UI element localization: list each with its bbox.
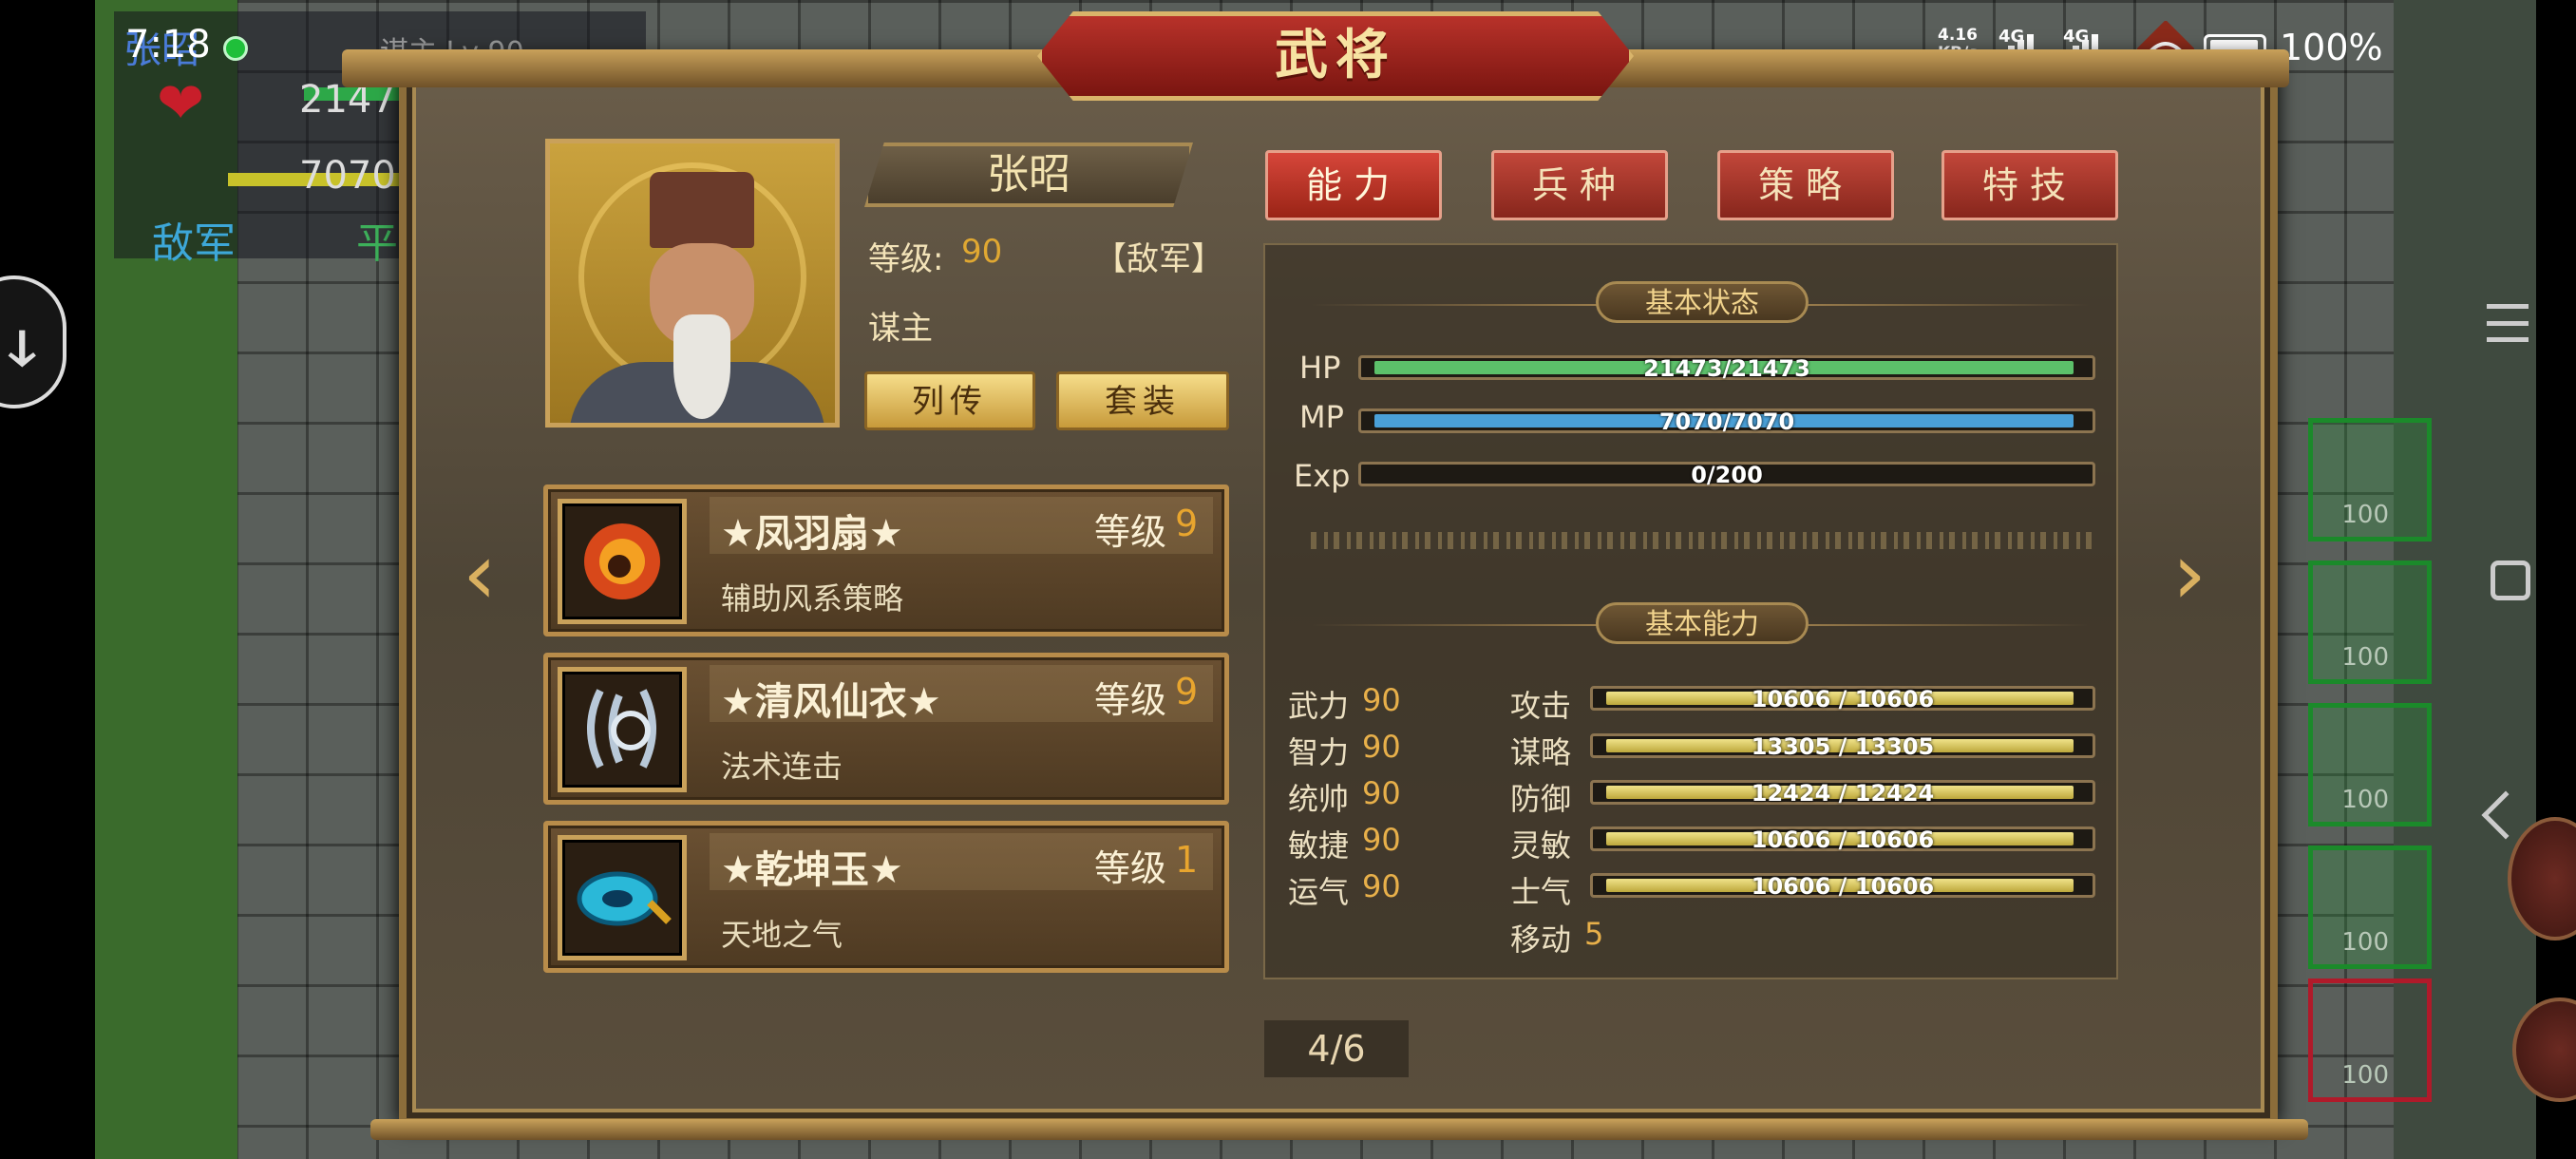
attr-label: 智力	[1288, 734, 1350, 770]
map-cell[interactable]: 100	[2308, 846, 2432, 969]
attr-value: 90	[1362, 729, 1401, 765]
combat-value: 10606 / 10606	[1751, 873, 1935, 900]
page-indicator: 4/6	[1264, 1020, 1409, 1077]
map-cell[interactable]: 100	[2308, 560, 2432, 684]
attr-value: 90	[1362, 822, 1401, 858]
equipment-desc: 法术连击	[721, 749, 843, 785]
combat-label: 攻击	[1510, 688, 1572, 724]
speed-value: 4.16	[1938, 26, 1978, 45]
general-portrait	[545, 139, 840, 428]
combat-label: 防御	[1510, 781, 1572, 817]
fire-fan-icon	[558, 499, 687, 624]
assistive-touch-button[interactable]: ↆ	[0, 276, 66, 408]
equipment-level: 9	[1175, 671, 1199, 712]
exp-value: 0/200	[1691, 462, 1763, 488]
general-name: 张昭	[987, 150, 1070, 199]
basic-status-title: 基本状态	[1596, 281, 1809, 323]
enemy-mp-value: 7070	[299, 154, 396, 198]
hp-value: 21473/21473	[1643, 355, 1810, 382]
enemy-tag: 敌军	[152, 219, 236, 268]
battery-percent: 100%	[2280, 27, 2383, 68]
dialog-bottom-border	[370, 1119, 2308, 1140]
combat-label: 谋略	[1510, 734, 1572, 770]
mp-value: 7070/7070	[1658, 408, 1795, 435]
mp-bar: 7070/7070	[1358, 408, 2095, 435]
combat-bar: 13305 / 13305	[1590, 733, 2095, 760]
basic-ability-title: 基本能力	[1596, 602, 1809, 644]
biography-button[interactable]: 列传	[864, 371, 1035, 430]
combat-value: 13305 / 13305	[1751, 733, 1935, 760]
secondary-tag: 平	[356, 219, 398, 268]
combat-bar: 10606 / 10606	[1590, 873, 2095, 900]
combat-label: 灵敏	[1510, 827, 1572, 864]
cell-value: 100	[2341, 928, 2389, 957]
cell-value: 100	[2341, 643, 2389, 672]
map-cell[interactable]: 100	[2308, 978, 2432, 1102]
map-cell[interactable]: 100	[2308, 418, 2432, 542]
portrait-beard	[673, 314, 730, 419]
attr-label: 运气	[1288, 874, 1350, 910]
status-time: 7:18	[125, 23, 211, 66]
equipment-level: 9	[1175, 503, 1199, 544]
faction-label: 【敌军】	[1094, 240, 1223, 278]
hp-bar: 21473/21473	[1358, 355, 2095, 382]
portrait-hat	[650, 172, 754, 248]
tab-strategy[interactable]: 策略	[1717, 150, 1894, 220]
equipment-name: ★清风仙衣★	[721, 680, 941, 724]
exp-bar: 0/200	[1358, 462, 2095, 488]
equipment-desc: 辅助风系策略	[721, 580, 904, 617]
cell-value: 100	[2341, 501, 2389, 529]
attr-label: 统帅	[1288, 781, 1350, 817]
attr-label: 武力	[1288, 688, 1350, 724]
map-cell[interactable]: 100	[2308, 703, 2432, 826]
level-value: 90	[961, 233, 1003, 271]
level-label: 等级:	[868, 240, 944, 278]
equipment-level-label: 等级	[1094, 679, 1167, 721]
tab-troops[interactable]: 兵种	[1491, 150, 1668, 220]
jade-icon	[558, 835, 687, 960]
equipment-card[interactable]: ★清风仙衣★ 等级 9 法术连击	[543, 653, 1229, 805]
cell-value: 100	[2341, 786, 2389, 814]
equipment-name: ★凤羽扇★	[721, 512, 903, 556]
combat-label: 士气	[1510, 874, 1572, 910]
set-button[interactable]: 套装	[1056, 371, 1229, 430]
combat-value: 10606 / 10606	[1751, 686, 1935, 712]
move-value: 5	[1584, 916, 1604, 952]
equipment-desc: 天地之气	[721, 917, 843, 953]
combat-bar: 12424 / 12424	[1590, 780, 2095, 807]
equipment-card[interactable]: ★凤羽扇★ 等级 9 辅助风系策略	[543, 484, 1229, 636]
equipment-card[interactable]: ★乾坤玉★ 等级 1 天地之气	[543, 821, 1229, 973]
wind-robe-icon	[558, 667, 687, 792]
tab-ability[interactable]: 能力	[1265, 150, 1442, 220]
combat-bar: 10606 / 10606	[1590, 826, 2095, 853]
hp-label: HP	[1299, 350, 1341, 386]
equipment-level-label: 等级	[1094, 847, 1167, 889]
recent-apps-icon[interactable]	[2491, 560, 2530, 600]
equipment-level: 1	[1175, 839, 1199, 881]
notification-dot-icon	[223, 36, 248, 61]
assist-icon: ↆ	[9, 317, 36, 377]
mp-label: MP	[1299, 399, 1344, 435]
combat-bar: 10606 / 10606	[1590, 686, 2095, 712]
dialog-title: 武将	[1275, 25, 1396, 86]
move-label: 移动	[1510, 922, 1572, 958]
attr-label: 敏捷	[1288, 827, 1350, 864]
attr-value: 90	[1362, 868, 1401, 904]
combat-value: 10606 / 10606	[1751, 826, 1935, 853]
role-label: 谋主	[868, 310, 933, 348]
equipment-name: ★乾坤玉★	[721, 848, 903, 892]
tab-skills[interactable]: 特技	[1941, 150, 2118, 220]
next-general-button[interactable]: ›	[2156, 532, 2223, 618]
exp-label: Exp	[1294, 458, 1351, 494]
combat-value: 12424 / 12424	[1751, 780, 1935, 807]
prev-general-button[interactable]: ‹	[446, 532, 513, 618]
equipment-level-label: 等级	[1094, 511, 1167, 553]
attr-value: 90	[1362, 682, 1401, 718]
cell-value: 100	[2341, 1061, 2389, 1090]
game-screen: 100 100 100 100 100 张昭 谋主 Lv 90 ❤ 2147 7…	[0, 0, 2576, 1159]
heart-icon: ❤	[157, 70, 205, 137]
attr-value: 90	[1362, 775, 1401, 811]
menu-icon[interactable]	[2487, 304, 2529, 342]
ornamental-divider	[1311, 532, 2093, 549]
